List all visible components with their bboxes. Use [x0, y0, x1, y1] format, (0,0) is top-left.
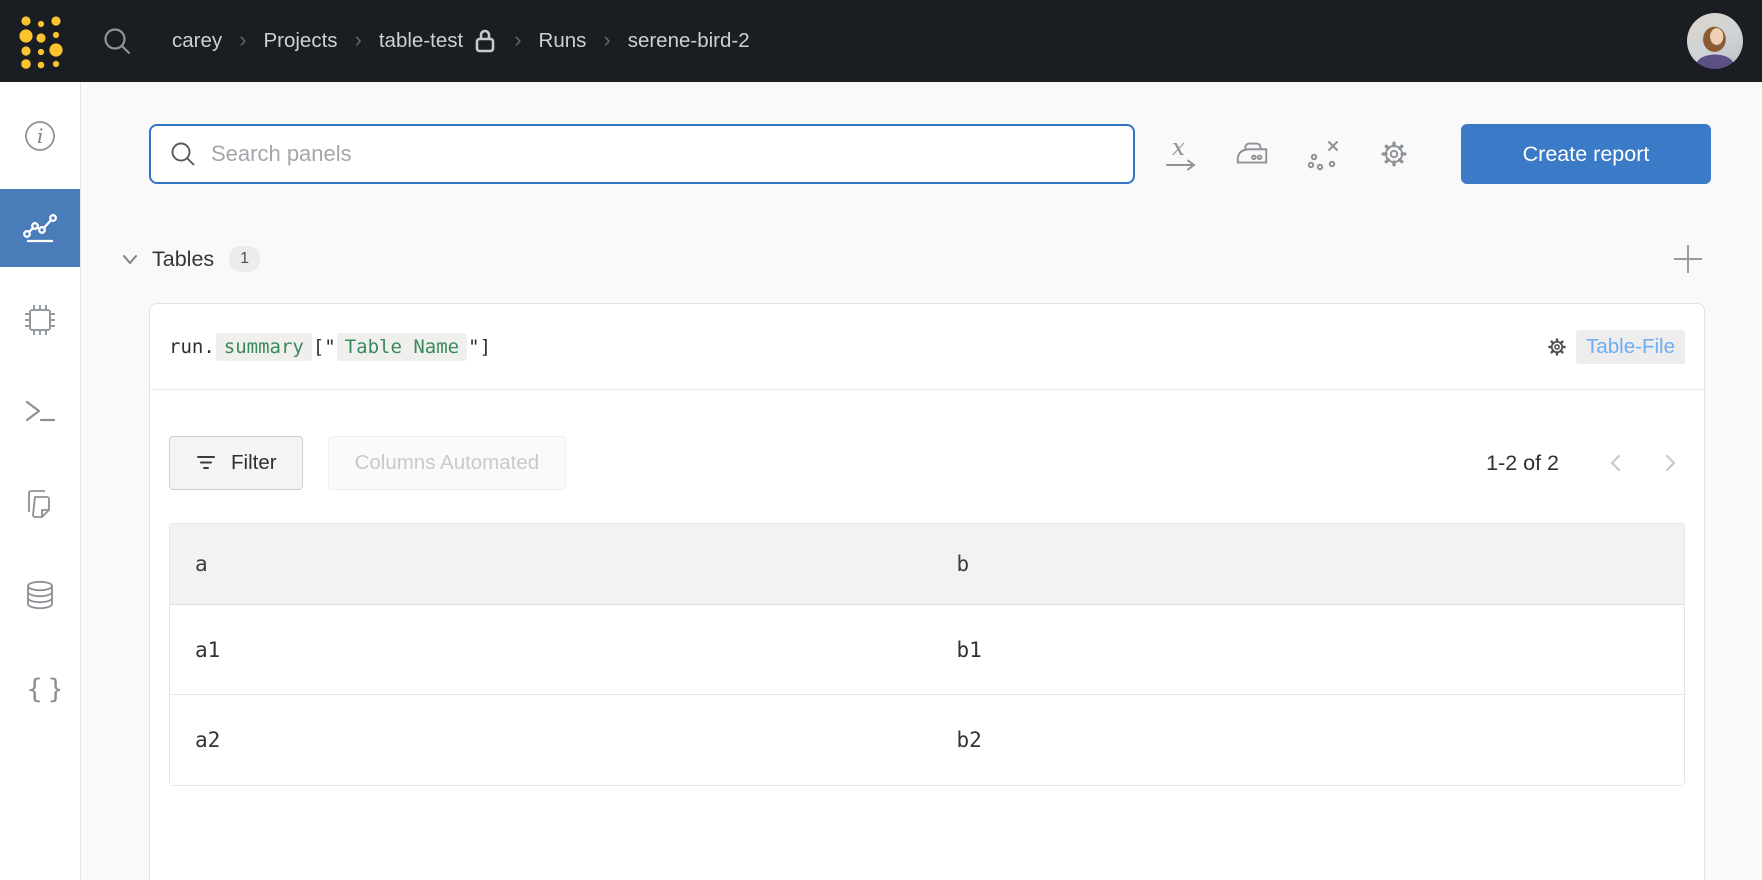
- breadcrumb-item-label: Runs: [539, 29, 587, 53]
- columns-automated-button[interactable]: Columns Automated: [328, 436, 567, 490]
- chevron-right-icon: [1659, 452, 1681, 474]
- x-axis-icon[interactable]: x: [1162, 135, 1200, 173]
- breadcrumb-separator: ›: [239, 29, 246, 51]
- summary-table: ab a1b1a2b2: [169, 523, 1685, 786]
- sidebar-item-charts[interactable]: [0, 189, 80, 267]
- pagination-range-label: 1-2 of 2: [1486, 451, 1559, 476]
- user-avatar[interactable]: [1687, 13, 1743, 69]
- breadcrumb-item-label: Projects: [263, 29, 337, 53]
- wandb-logo-icon[interactable]: [18, 13, 64, 69]
- table-row: a1b1: [170, 605, 1684, 695]
- breadcrumb-item-label: serene-bird-2: [628, 29, 750, 53]
- panel-query-expression[interactable]: run.summary["Table Name"]: [169, 333, 491, 361]
- global-search-icon[interactable]: [100, 24, 134, 58]
- previous-page-button[interactable]: [1601, 448, 1631, 478]
- settings-gear-icon[interactable]: [1375, 135, 1413, 173]
- wandb-run-workspace: carey › Projects › table-test › Runs › serene-bi…: [0, 0, 1762, 880]
- sidebar-item-files[interactable]: [0, 465, 80, 543]
- copy-icon: [22, 486, 58, 522]
- query-key-summary[interactable]: summary: [216, 333, 312, 361]
- table-cell: b1: [932, 605, 1684, 695]
- breadcrumb-item-table-test[interactable]: table-test: [379, 27, 497, 55]
- panel-search: [149, 124, 1135, 184]
- breadcrumb-item-Projects[interactable]: Projects: [263, 29, 337, 53]
- table-cell: a1: [170, 605, 932, 695]
- terminal-icon: [22, 394, 58, 430]
- table-header-row: ab: [170, 524, 1684, 605]
- breadcrumb-item-carey[interactable]: carey: [172, 29, 222, 53]
- next-page-button[interactable]: [1655, 448, 1685, 478]
- sidebar-item-system[interactable]: [0, 281, 80, 359]
- table-header-cell[interactable]: a: [170, 524, 932, 605]
- summary-table-body: a1b1a2b2: [170, 605, 1684, 785]
- section-title: Tables: [152, 247, 214, 272]
- table-pagination: 1-2 of 2: [1486, 448, 1685, 478]
- breadcrumb: carey › Projects › table-test › Runs › serene-bi…: [172, 27, 750, 55]
- top-bar: carey › Projects › table-test › Runs › serene-bi…: [0, 0, 1762, 82]
- svg-text:{}: {}: [26, 674, 60, 705]
- tables-section-header: Tables 1: [118, 239, 1704, 279]
- filter-icon: [195, 453, 217, 473]
- left-nav-sidebar: i: [0, 82, 81, 880]
- table-panel-card: run.summary["Table Name"]: [149, 303, 1705, 880]
- chip-icon: [21, 301, 59, 339]
- panel-settings-gear-icon[interactable]: [1545, 335, 1569, 359]
- sidebar-item-config[interactable]: {}: [0, 649, 80, 727]
- svg-text:i: i: [37, 124, 43, 148]
- panel-type-control: Table-File: [1545, 330, 1685, 364]
- breadcrumb-item-label: table-test: [379, 29, 463, 53]
- smoothing-iron-icon[interactable]: [1233, 135, 1271, 173]
- breadcrumb-item-Runs[interactable]: Runs: [539, 29, 587, 53]
- workspace-settings-icons: x: [1162, 135, 1413, 173]
- sidebar-item-logs[interactable]: [0, 373, 80, 451]
- section-count-badge: 1: [229, 246, 260, 272]
- breadcrumb-separator: ›: [514, 29, 521, 51]
- table-header-cell[interactable]: b: [932, 524, 1684, 605]
- lock-icon: [473, 27, 497, 55]
- query-bracket-open: [": [313, 336, 336, 358]
- breadcrumb-item-label: carey: [172, 29, 222, 53]
- sidebar-item-overview[interactable]: i: [0, 97, 80, 175]
- sidebar-item-artifacts[interactable]: [0, 557, 80, 635]
- plus-icon: [1672, 243, 1704, 275]
- search-panels-input[interactable]: [211, 141, 1115, 167]
- filter-button-label: Filter: [231, 451, 277, 475]
- panel-type-link[interactable]: Table-File: [1576, 330, 1685, 364]
- breadcrumb-separator: ›: [603, 29, 610, 51]
- query-key-table-name[interactable]: Table Name: [337, 333, 467, 361]
- breadcrumb-separator: ›: [355, 29, 362, 51]
- query-prefix: run.: [169, 336, 215, 358]
- workspace-main: x: [81, 82, 1762, 880]
- braces-icon: {}: [20, 668, 60, 708]
- create-report-button[interactable]: Create report: [1461, 124, 1711, 184]
- table-cell: a2: [170, 695, 932, 785]
- query-bracket-close: "]: [468, 336, 491, 358]
- add-panel-button[interactable]: [1672, 243, 1704, 275]
- svg-text:x: x: [1172, 135, 1185, 161]
- table-row: a2b2: [170, 695, 1684, 785]
- filter-button[interactable]: Filter: [169, 436, 303, 490]
- panel-query-row: run.summary["Table Name"]: [150, 304, 1704, 390]
- line-chart-icon: [23, 211, 57, 245]
- summary-table-head: ab: [170, 524, 1684, 605]
- breadcrumb-item-serene-bird-2[interactable]: serene-bird-2: [628, 29, 750, 53]
- chevron-left-icon: [1605, 452, 1627, 474]
- chevron-down-icon[interactable]: [118, 247, 142, 271]
- database-icon: [22, 578, 58, 614]
- table-controls-row: Filter Columns Automated 1-2 of 2: [169, 436, 1685, 490]
- search-icon: [169, 140, 197, 168]
- outliers-icon[interactable]: [1304, 135, 1342, 173]
- table-cell: b2: [932, 695, 1684, 785]
- workspace-toolbar: x: [149, 124, 1711, 184]
